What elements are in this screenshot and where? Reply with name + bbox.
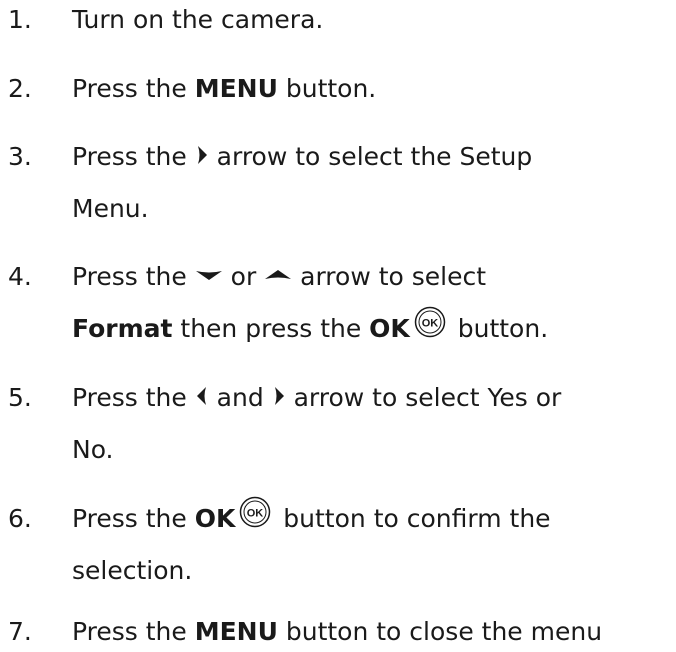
step-number: 4. [8, 262, 32, 291]
step-text-part: Press the [72, 262, 195, 291]
step-text: Turn on the camera. [72, 0, 323, 40]
step-number: 7. [8, 617, 32, 646]
step-text-part: button. [277, 74, 377, 103]
step-text-part: button to close the menu [277, 617, 603, 646]
ok-button-icon: OK [240, 496, 271, 528]
step-text-part: Press the [72, 617, 195, 646]
menu-label: MENU [194, 74, 278, 103]
step-text-part: or [222, 262, 265, 291]
step-text-part: Menu. [72, 194, 149, 223]
step-text: Press the or arrow to select [72, 257, 486, 297]
down-arrow-icon [195, 271, 222, 280]
step-text-part: selection. [72, 556, 193, 585]
step-text: Press the arrow to select the Setup [72, 137, 532, 177]
ok-label: OK [369, 314, 410, 343]
svg-text:OK: OK [247, 508, 264, 520]
step-text-part: Press the [72, 383, 195, 412]
step-number: 3. [8, 142, 32, 171]
step-text: Format then press the OK OK button. [72, 306, 549, 349]
step-text-part: Press the [72, 74, 195, 103]
right-arrow-icon [274, 387, 284, 405]
step-text-part: Turn on the camera. [72, 5, 324, 34]
step-text-part: No. [72, 435, 114, 464]
step-number: 2. [8, 74, 32, 103]
ok-label: OK [194, 504, 236, 533]
step-text: Press the MENU button. [72, 69, 376, 109]
step-number: 5. [8, 383, 32, 412]
svg-text:OK: OK [422, 318, 439, 330]
left-arrow-icon [196, 387, 206, 405]
step-text-part: arrow to select [292, 262, 487, 291]
step-text-part: Press the [72, 504, 195, 533]
step-text-part: and [208, 383, 272, 412]
step-text-part: button. [449, 314, 549, 343]
step-text-part: arrow to select the Setup [208, 142, 533, 171]
right-arrow-icon [197, 146, 207, 164]
step-number: 1. [8, 5, 32, 34]
ok-button-icon: OK [414, 306, 446, 338]
step-text-part: then press the [172, 314, 370, 343]
format-label: Format [72, 314, 173, 343]
step-text: Press the and arrow to select Yes or [72, 378, 561, 418]
menu-label: MENU [194, 617, 278, 646]
step-text-part: button to confirm the [275, 504, 551, 533]
step-text: Press the OK OK button to confirm the [72, 496, 551, 539]
step-number: 6. [8, 504, 32, 533]
step-text-part: Press the [72, 142, 195, 171]
step-text: Press the MENU button to close the menu [72, 612, 602, 652]
up-arrow-icon [265, 270, 292, 279]
step-text-part: arrow to select Yes or [285, 383, 562, 412]
